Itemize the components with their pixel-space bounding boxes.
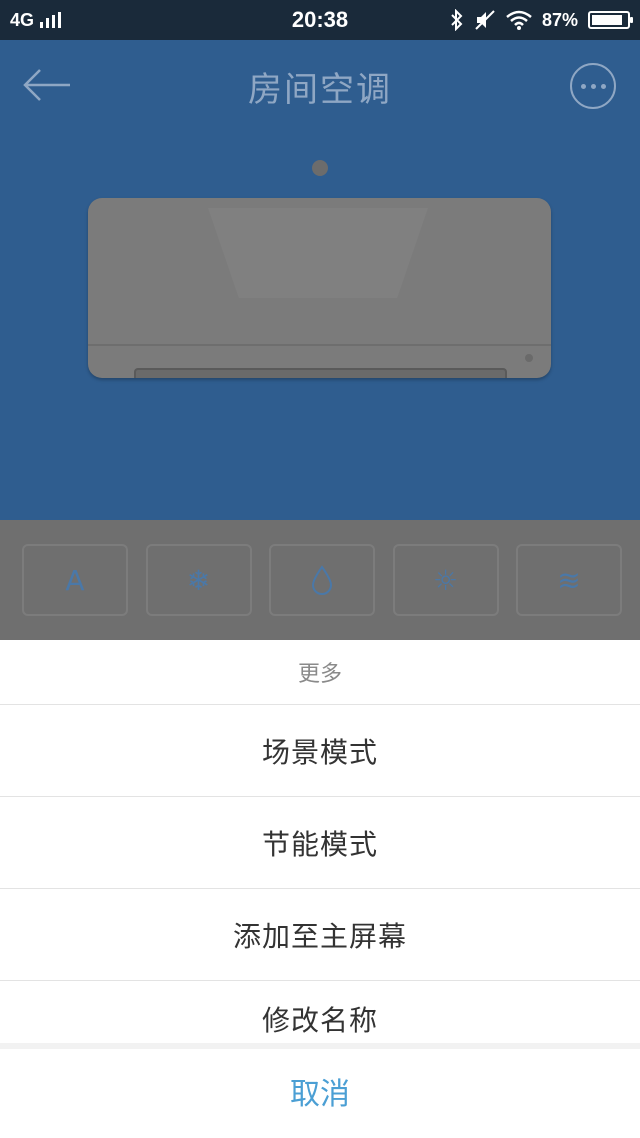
wifi-icon [506,10,532,30]
sheet-item-rename[interactable]: 修改名称 [0,981,640,1043]
mode-dry-card [269,544,375,616]
sensor-dot [312,160,328,176]
screen: 4G 20:38 87% 房间空调 A ❄ ☼ ≋ 更多 场景模式 节能模式 添… [0,0,640,1138]
mode-fan-card: ≋ [516,544,622,616]
sheet-item-add-to-home-screen[interactable]: 添加至主屏幕 [0,889,640,981]
sheet-item-scene-mode[interactable]: 场景模式 [0,705,640,797]
more-options-sheet: 更多 场景模式 节能模式 添加至主屏幕 修改名称 取消 [0,640,640,1138]
page-title: 房间空调 [248,70,392,110]
bluetooth-icon [451,9,463,31]
mode-heat-card: ☼ [392,544,499,616]
sheet-title: 更多 [0,640,640,705]
status-right: 87% [450,9,633,31]
ac-vent [134,368,507,378]
sun-icon: ☼ [432,563,459,597]
mode-dry[interactable]: 除湿 [269,544,375,679]
app-header: 房间空调 [0,40,640,130]
battery-icon [588,11,633,29]
snowflake-icon: ❄ [186,563,211,597]
sheet-item-energy-saving-mode[interactable]: 节能模式 [0,797,640,889]
air-conditioner-illustration [88,198,551,378]
mode-fan[interactable]: ≋ 送风 [516,544,622,679]
signal-icon [40,12,62,28]
status-left: 4G [10,9,62,31]
mode-cool-card: ❄ [145,544,252,616]
mode-cool[interactable]: ❄ 制冷 [145,544,252,679]
status-bar: 4G 20:38 87% [0,0,640,40]
ac-divider [88,344,551,346]
mode-row: A 自动 ❄ 制冷 除湿 ☼ [22,544,622,679]
mode-heat[interactable]: ☼ 制热 [392,544,499,679]
wind-icon: ≋ [557,563,581,597]
cancel-button[interactable]: 取消 [0,1049,640,1133]
ac-panel [208,208,428,298]
network-type: 4G [10,9,35,30]
mode-selector: A 自动 ❄ 制冷 除湿 ☼ [0,520,640,679]
mode-auto-card: A [22,544,128,616]
droplet-icon [311,565,333,595]
battery-percent: 87% [541,9,578,30]
battery-fill [592,15,622,25]
mode-auto[interactable]: A 自动 [22,544,128,679]
mute-icon [475,10,495,30]
more-options-icon[interactable] [570,63,616,109]
auto-icon: A [65,563,85,597]
ac-led [525,354,533,362]
